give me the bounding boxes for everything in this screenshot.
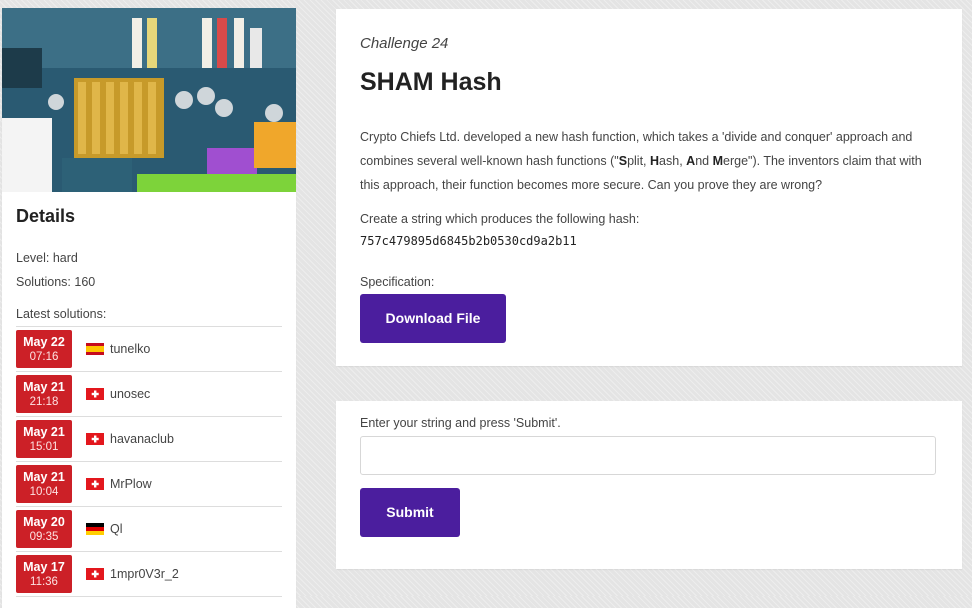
target-hash: 757c479895d6845b2b0530cd9a2b11	[360, 234, 577, 248]
solution-time: 21:18	[29, 395, 59, 408]
challenge-image	[2, 8, 296, 192]
details-heading: Details	[16, 206, 76, 226]
date-badge: May 21 10:04	[16, 465, 72, 503]
date-badge: May 21 21:18	[16, 375, 72, 413]
bold-letter-s: S	[618, 154, 628, 168]
submit-button[interactable]: Submit	[360, 488, 460, 537]
solver-name[interactable]: tunelko	[110, 342, 150, 356]
bold-letter-m: M	[712, 154, 723, 168]
solution-time: 15:01	[29, 440, 59, 453]
latest-solutions-label: Latest solutions:	[16, 307, 107, 321]
solver-name[interactable]: Ql	[110, 522, 123, 536]
solution-date: May 17	[23, 559, 65, 574]
solutions-count: Solutions: 160	[16, 275, 96, 289]
solution-row: May 17 11:36 1mpr0V3r_2	[16, 552, 282, 597]
date-badge: May 21 15:01	[16, 420, 72, 458]
bold-letter-h: H	[650, 154, 660, 168]
solution-time: 09:35	[29, 530, 59, 543]
motherboard-image	[2, 8, 296, 192]
solution-time: 10:04	[29, 485, 59, 498]
germany-flag-icon	[86, 523, 104, 535]
solution-date: May 21	[23, 379, 65, 394]
solution-time: 11:36	[30, 575, 58, 588]
solver-name[interactable]: havanaclub	[110, 432, 174, 446]
solution-row: May 22 07:16 tunelko	[16, 327, 282, 372]
answer-input[interactable]	[360, 436, 936, 475]
switzerland-flag-icon	[86, 388, 104, 400]
sidebar: Details Level: hard Solutions: 160 Lates…	[2, 8, 296, 608]
submit-prompt: Enter your string and press 'Submit'.	[360, 416, 561, 430]
challenge-card: Challenge 24 SHAM Hash Crypto Chiefs Ltd…	[336, 9, 962, 366]
solution-row: May 21 10:04 MrPlow	[16, 462, 282, 507]
challenge-title: SHAM Hash	[360, 68, 502, 96]
challenge-description: Crypto Chiefs Ltd. developed a new hash …	[360, 125, 938, 197]
download-file-button[interactable]: Download File	[360, 294, 506, 343]
challenge-number: Challenge 24	[360, 35, 449, 52]
create-string-label: Create a string which produces the follo…	[360, 212, 640, 226]
latest-solutions-list: May 22 07:16 tunelko May 21 21:18 unosec	[16, 326, 282, 597]
solver-name[interactable]: 1mpr0V3r_2	[110, 567, 179, 581]
solution-row: May 21 21:18 unosec	[16, 372, 282, 417]
solver-name[interactable]: unosec	[110, 387, 150, 401]
date-badge: May 17 11:36	[16, 555, 72, 593]
solution-time: 07:16	[29, 350, 59, 363]
bold-letter-a: A	[686, 154, 696, 168]
switzerland-flag-icon	[86, 568, 104, 580]
description-part: plit,	[627, 154, 651, 168]
solution-date: May 20	[23, 514, 65, 529]
solution-row: May 21 15:01 havanaclub	[16, 417, 282, 462]
solution-date: May 21	[23, 424, 65, 439]
specification-label: Specification:	[360, 275, 435, 289]
solver-name[interactable]: MrPlow	[110, 477, 152, 491]
switzerland-flag-icon	[86, 478, 104, 490]
date-badge: May 22 07:16	[16, 330, 72, 368]
solution-row: May 20 09:35 Ql	[16, 507, 282, 552]
solution-date: May 22	[23, 334, 65, 349]
description-part: nd	[695, 154, 713, 168]
switzerland-flag-icon	[86, 433, 104, 445]
submit-card: Enter your string and press 'Submit'. Su…	[336, 401, 962, 569]
description-part: ash,	[659, 154, 687, 168]
solution-date: May 21	[23, 469, 65, 484]
date-badge: May 20 09:35	[16, 510, 72, 548]
spain-flag-icon	[86, 343, 104, 355]
level-text: Level: hard	[16, 251, 78, 265]
